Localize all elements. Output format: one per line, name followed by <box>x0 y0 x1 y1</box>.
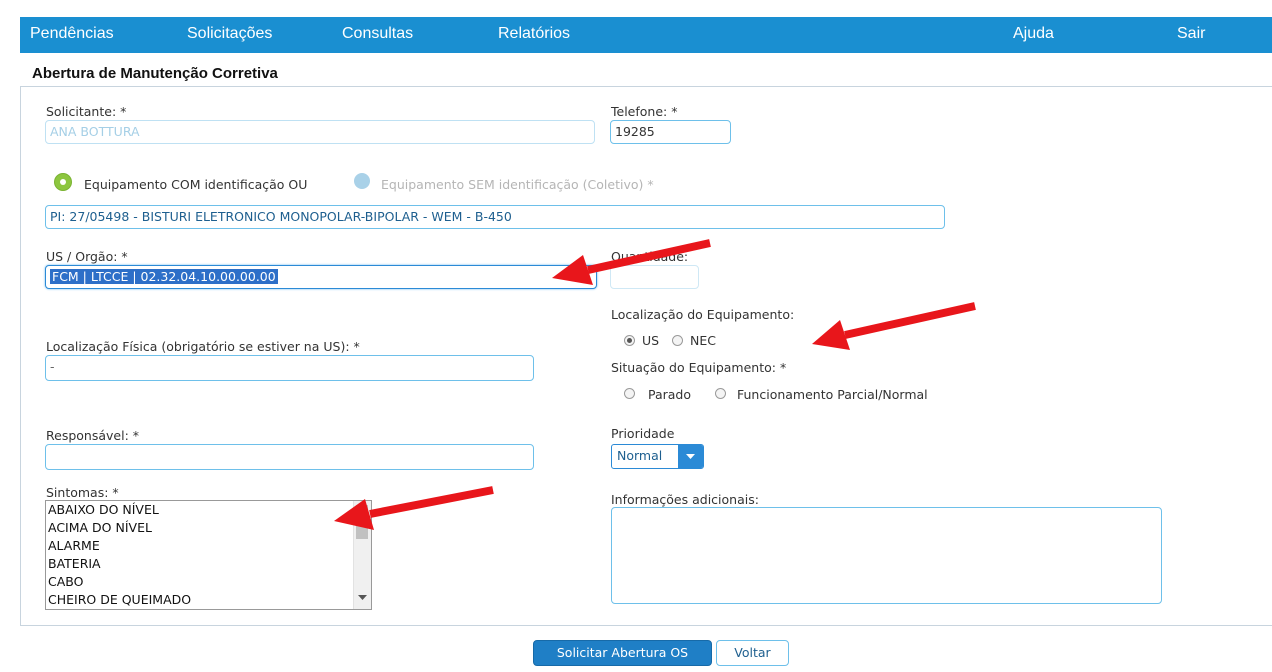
loc-us-label: US <box>642 333 660 348</box>
top-nav-bar: Pendências Solicitações Consultas Relató… <box>20 17 1272 53</box>
quantidade-label: Quantidade: <box>611 249 689 264</box>
listbox-scrollbar[interactable] <box>353 501 371 609</box>
localizacao-fisica-label: Localização Física (obrigatório se estiv… <box>46 339 360 354</box>
scroll-down-icon[interactable] <box>358 595 367 601</box>
situacao-funcionamento-label: Funcionamento Parcial/Normal <box>737 387 928 402</box>
solicitante-label: Solicitante: * <box>46 104 127 119</box>
sintomas-label: Sintomas: * <box>46 485 119 500</box>
nav-relatorios[interactable]: Relatórios <box>498 17 570 53</box>
us-orgao-selected-text: FCM | LTCCE | 02.32.04.10.00.00.00 <box>50 269 278 284</box>
list-item[interactable]: ALARME <box>46 537 371 555</box>
equip-sem-label: Equipamento SEM identificação (Coletivo)… <box>381 177 654 192</box>
info-textarea[interactable] <box>611 507 1162 604</box>
equip-sem-radio[interactable] <box>354 173 370 189</box>
nav-solicitacoes[interactable]: Solicitações <box>187 17 272 53</box>
voltar-button[interactable]: Voltar <box>716 640 789 666</box>
scrollbar-thumb[interactable] <box>356 505 368 539</box>
telefone-label: Telefone: * <box>611 104 678 119</box>
situacao-funcionamento-radio[interactable] <box>715 388 726 399</box>
prioridade-label: Prioridade <box>611 426 675 441</box>
chevron-down-icon[interactable] <box>678 445 703 468</box>
equipamento-field[interactable]: PI: 27/05498 - BISTURI ELETRONICO MONOPO… <box>45 205 945 229</box>
solicitante-field[interactable]: ANA BOTTURA <box>45 120 595 144</box>
loc-nec-radio[interactable] <box>672 335 683 346</box>
prioridade-select[interactable]: Normal <box>611 444 704 469</box>
equip-com-radio[interactable] <box>54 173 72 191</box>
responsavel-field[interactable] <box>45 444 534 470</box>
quantidade-field[interactable] <box>610 265 699 289</box>
situacao-label: Situação do Equipamento: * <box>611 360 787 375</box>
nav-sair[interactable]: Sair <box>1177 17 1205 53</box>
us-orgao-field[interactable]: FCM | LTCCE | 02.32.04.10.00.00.00 <box>45 265 597 289</box>
nav-consultas[interactable]: Consultas <box>342 17 413 53</box>
telefone-field[interactable]: 19285 <box>610 120 731 144</box>
us-orgao-label: US / Orgão: * <box>46 249 128 264</box>
nav-pendencias[interactable]: Pendências <box>30 17 114 53</box>
prioridade-value: Normal <box>617 448 663 463</box>
page-title: Abertura de Manutenção Corretiva <box>32 65 278 82</box>
responsavel-label: Responsável: * <box>46 428 139 443</box>
list-item[interactable]: CABO <box>46 573 371 591</box>
loc-us-radio[interactable] <box>624 335 635 346</box>
loc-nec-label: NEC <box>690 333 716 348</box>
list-item[interactable]: BATERIA <box>46 555 371 573</box>
info-label: Informações adicionais: <box>611 492 759 507</box>
list-item[interactable]: ABAIXO DO NÍVEL <box>46 501 371 519</box>
equip-com-label: Equipamento COM identificação OU <box>84 177 308 192</box>
solicitar-abertura-button[interactable]: Solicitar Abertura OS <box>533 640 712 666</box>
list-item[interactable]: ACIMA DO NÍVEL <box>46 519 371 537</box>
situacao-parado-label: Parado <box>648 387 692 402</box>
list-item[interactable]: CHEIRO DE QUEIMADO <box>46 591 371 609</box>
situacao-parado-radio[interactable] <box>624 388 635 399</box>
nav-ajuda[interactable]: Ajuda <box>1013 17 1054 53</box>
localizacao-equip-label: Localização do Equipamento: <box>611 307 795 322</box>
localizacao-fisica-field[interactable]: - <box>45 355 534 381</box>
sintomas-listbox[interactable]: ABAIXO DO NÍVEL ACIMA DO NÍVEL ALARME BA… <box>45 500 372 610</box>
